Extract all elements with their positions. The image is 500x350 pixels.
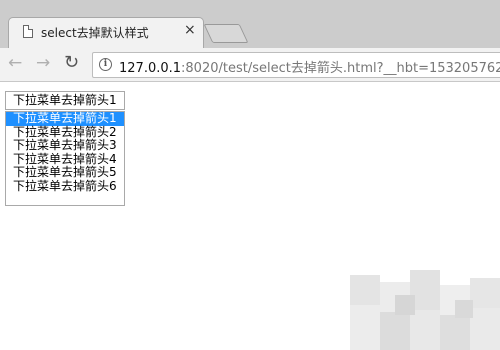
list-option[interactable]: 下拉菜单去掉箭头6 xyxy=(6,179,124,194)
list-option[interactable]: 下拉菜单去掉箭头4 xyxy=(6,152,124,167)
listbox-select[interactable]: 下拉菜单去掉箭头1 下拉菜单去掉箭头2 下拉菜单去掉箭头3 下拉菜单去掉箭头4 … xyxy=(5,111,125,206)
back-arrow-icon[interactable]: ← xyxy=(8,53,22,73)
info-icon[interactable]: i xyxy=(99,58,112,71)
browser-toolbar: ← → ↻ i 127.0.0.1:8020/test/select去掉箭头.h… xyxy=(0,48,500,82)
forward-arrow-icon[interactable]: → xyxy=(36,53,50,73)
url-text[interactable]: 127.0.0.1:8020/test/select去掉箭头.html?__hb… xyxy=(119,57,500,76)
dropdown-select[interactable]: 下拉菜单去掉箭头1 xyxy=(5,91,125,110)
list-option[interactable]: 下拉菜单去掉箭头3 xyxy=(6,138,124,153)
address-bar[interactable]: i 127.0.0.1:8020/test/select去掉箭头.html?__… xyxy=(92,52,500,78)
new-tab-button[interactable] xyxy=(203,24,249,43)
close-icon[interactable]: × xyxy=(184,22,196,38)
list-option[interactable]: 下拉菜单去掉箭头2 xyxy=(6,125,124,140)
reload-icon[interactable]: ↻ xyxy=(64,52,79,73)
page-icon xyxy=(23,25,33,38)
tab-strip: select去掉默认样式 × xyxy=(0,0,500,48)
list-option[interactable]: 下拉菜单去掉箭头5 xyxy=(6,165,124,180)
tab-title: select去掉默认样式 xyxy=(41,26,149,40)
list-option[interactable]: 下拉菜单去掉箭头1 xyxy=(6,111,124,126)
tab-active[interactable]: select去掉默认样式 × xyxy=(8,17,204,48)
